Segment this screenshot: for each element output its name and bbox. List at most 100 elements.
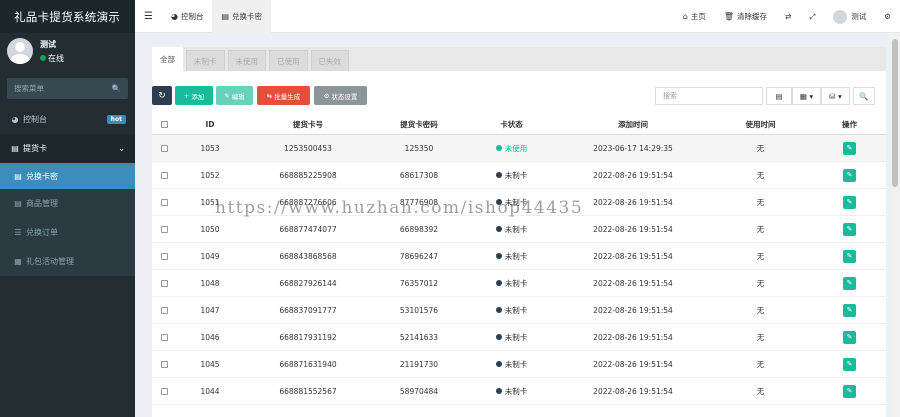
sidebar-item-gift-activities[interactable]: ▦ 礼包活动管理 xyxy=(0,247,135,276)
table-row[interactable]: 1047 668837091777 53101576 未制卡 2022-08-2… xyxy=(152,297,886,324)
export-dropdown[interactable]: ⛁ ▾ xyxy=(821,87,850,105)
edit-row-button[interactable]: ✎ xyxy=(843,168,856,182)
select-all-checkbox[interactable] xyxy=(161,120,168,128)
cell-card-no: 668877474077 xyxy=(279,224,337,234)
tab-dashboard[interactable]: ◕ 控制台 xyxy=(162,0,212,33)
edit-row-button[interactable]: ✎ xyxy=(843,276,856,290)
menu-search-input[interactable]: 搜索菜单 🔍 xyxy=(7,78,128,99)
status-label: 未制卡 xyxy=(504,386,528,396)
cell-used-time: 无 xyxy=(756,251,765,261)
user-menu[interactable]: 测试 xyxy=(824,0,875,33)
status-label: 未制卡 xyxy=(504,170,528,180)
table-row[interactable]: 1053 1253500453 125350 未使用 2023-06-17 14… xyxy=(152,135,886,162)
tab-used[interactable]: 已使用 xyxy=(269,50,308,71)
row-checkbox[interactable] xyxy=(161,252,168,260)
col-status[interactable]: 卡状态 xyxy=(465,119,558,130)
table-view-icon: ▤ xyxy=(775,91,783,101)
edit-row-button[interactable]: ✎ xyxy=(843,249,856,263)
sidebar-item-orders[interactable]: ☰ 兑换订单 xyxy=(0,218,135,247)
sidebar-item-cards[interactable]: ▤ 提货卡 ⌄ xyxy=(0,134,135,163)
table-row[interactable]: 1052 668885225908 68617308 未制卡 2022-08-2… xyxy=(152,162,886,189)
row-checkbox[interactable] xyxy=(161,225,168,233)
app-logo[interactable]: 礼品卡提货系统演示 xyxy=(0,0,135,33)
sidebar-item-goods[interactable]: ▤ 商品管理 xyxy=(0,189,135,218)
advanced-search-button[interactable]: 🔍 xyxy=(853,87,875,105)
fullscreen-button[interactable]: ⤢ xyxy=(800,0,824,33)
tab-unused[interactable]: 未使用 xyxy=(227,50,266,71)
top-bar: ☰ ◕ 控制台 ▤ 兑换卡密 ⌂ 主页 🗑 清除缓存 ⇄ ⤢ 测试 ⚙ xyxy=(135,0,900,33)
row-checkbox[interactable] xyxy=(161,360,168,368)
col-used-time[interactable]: 使用时间 xyxy=(708,119,813,130)
status-badge: 未使用 xyxy=(495,143,527,154)
cell-added-time: 2022-08-26 19:51:54 xyxy=(593,359,673,369)
pencil-icon: ✎ xyxy=(846,333,853,341)
tab-expired[interactable]: 已失效 xyxy=(310,50,349,71)
add-label: 添加 xyxy=(191,92,205,101)
cell-used-time: 无 xyxy=(756,305,765,315)
table-row[interactable]: 1046 668817931192 52141633 未制卡 2022-08-2… xyxy=(152,324,886,351)
tab-redeem-codes[interactable]: ▤ 兑换卡密 xyxy=(212,0,272,33)
edit-button[interactable]: ✎ 编辑 xyxy=(216,86,253,105)
search-icon[interactable]: 🔍 xyxy=(112,84,121,93)
edit-row-button[interactable]: ✎ xyxy=(843,195,856,209)
tab-all[interactable]: 全部 xyxy=(152,47,183,71)
cell-card-no: 668871631940 xyxy=(279,359,337,369)
watermark: https://www.huzhan.com/ishop44435 xyxy=(215,198,584,218)
table-search-input[interactable]: 搜索 xyxy=(655,87,763,105)
toggle-view-button[interactable]: ▤ xyxy=(766,87,792,105)
row-checkbox[interactable] xyxy=(161,333,168,341)
tab-label: 兑换卡密 xyxy=(232,11,263,21)
cell-password: 52141633 xyxy=(399,332,439,342)
col-password[interactable]: 提货卡密码 xyxy=(373,119,465,130)
row-checkbox[interactable] xyxy=(161,279,168,287)
settings-button[interactable]: ⚙ xyxy=(875,0,900,33)
translate-button[interactable]: ⇄ xyxy=(776,0,800,33)
status-badge: 未制卡 xyxy=(495,359,527,370)
col-added-time[interactable]: 添加时间 xyxy=(558,119,708,130)
status-dot-icon xyxy=(495,361,502,367)
edit-row-button[interactable]: ✎ xyxy=(843,141,856,155)
refresh-button[interactable]: ↻ xyxy=(152,86,172,105)
edit-row-button[interactable]: ✎ xyxy=(843,303,856,317)
edit-row-button[interactable]: ✎ xyxy=(843,222,856,236)
col-card-no[interactable]: 提货卡号 xyxy=(243,119,373,130)
edit-row-button[interactable]: ✎ xyxy=(843,330,856,344)
edit-row-button[interactable]: ✎ xyxy=(843,384,856,398)
cell-id: 1048 xyxy=(200,278,220,288)
row-checkbox[interactable] xyxy=(161,306,168,314)
status-settings-button[interactable]: ⚙ 状态设置 xyxy=(314,86,367,105)
row-checkbox[interactable] xyxy=(161,387,168,395)
chevron-down-icon: ⌄ xyxy=(118,144,125,153)
page-scrollbar[interactable] xyxy=(890,33,900,417)
batch-generate-button[interactable]: ⇆ 批量生成 xyxy=(257,86,310,105)
user-status: 在线 xyxy=(40,53,64,64)
tab-not-made[interactable]: 未制卡 xyxy=(186,50,225,71)
sidebar-item-redeem-codes[interactable]: ▤ 兑换卡密 xyxy=(0,163,135,189)
translate-icon: ⇄ xyxy=(784,12,792,21)
add-button[interactable]: + 添加 xyxy=(175,86,213,105)
row-checkbox[interactable] xyxy=(161,144,168,152)
home-link[interactable]: ⌂ 主页 xyxy=(674,0,715,33)
columns-dropdown[interactable]: ▦ ▾ xyxy=(792,87,821,105)
row-checkbox[interactable] xyxy=(161,171,168,179)
sidebar-item-dashboard[interactable]: ◕ 控制台 hot xyxy=(0,105,135,134)
status-dot-icon xyxy=(495,280,502,286)
menu-toggle-button[interactable]: ☰ xyxy=(135,0,162,33)
fullscreen-icon: ⤢ xyxy=(809,11,816,21)
edit-row-button[interactable]: ✎ xyxy=(843,357,856,371)
table-row[interactable]: 1044 668881552567 58970484 未制卡 2022-08-2… xyxy=(152,378,886,405)
cell-used-time: 无 xyxy=(756,197,765,207)
table-row[interactable]: 1049 668843868568 78696247 未制卡 2022-08-2… xyxy=(152,243,886,270)
status-badge: 未制卡 xyxy=(495,278,528,289)
col-id[interactable]: ID xyxy=(177,120,243,129)
status-label: 未制卡 xyxy=(504,278,528,288)
scrollbar-thumb[interactable] xyxy=(892,39,898,187)
pencil-icon: ✎ xyxy=(846,144,853,152)
table-row[interactable]: 1050 668877474077 66898392 未制卡 2022-08-2… xyxy=(152,216,886,243)
row-checkbox[interactable] xyxy=(161,198,168,206)
pencil-icon: ✎ xyxy=(224,91,230,100)
status-badge: 未制卡 xyxy=(495,386,528,397)
clear-cache-button[interactable]: 🗑 清除缓存 xyxy=(715,0,776,33)
table-row[interactable]: 1045 668871631940 21191730 未制卡 2022-08-2… xyxy=(152,351,886,378)
table-row[interactable]: 1048 668827926144 76357012 未制卡 2022-08-2… xyxy=(152,270,886,297)
